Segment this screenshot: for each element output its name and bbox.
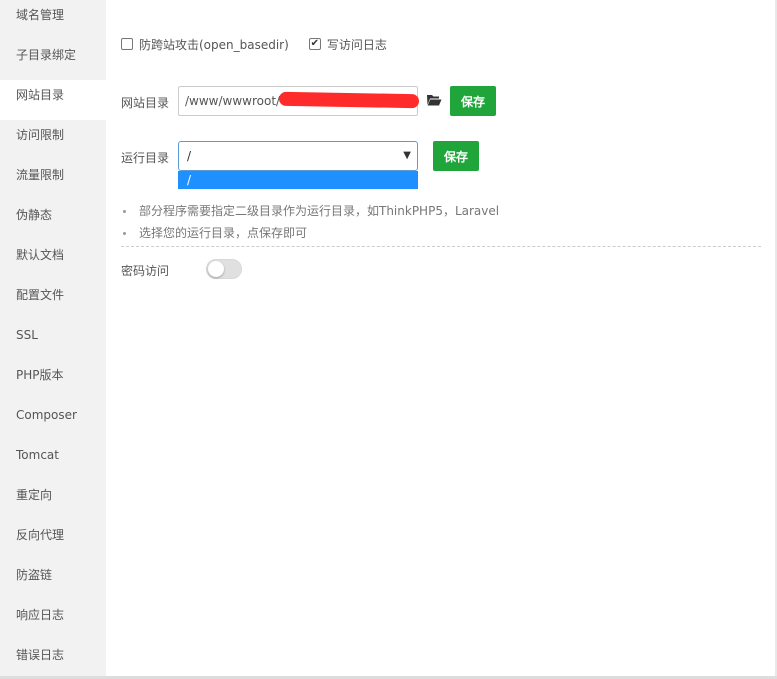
folder-open-icon[interactable]	[426, 92, 442, 108]
access-log-checkbox[interactable]: ✔ 写访问日志	[308, 36, 387, 53]
sidebar-item-reverse-proxy[interactable]: 反向代理	[0, 520, 106, 560]
site-dir-save-button[interactable]: 保存	[450, 86, 496, 116]
sidebar-item-config-file[interactable]: 配置文件	[0, 280, 106, 320]
run-dir-selected-value: /	[187, 149, 192, 163]
run-dir-select[interactable]: / ▼	[178, 141, 418, 171]
sidebar-item-ssl[interactable]: SSL	[0, 320, 106, 360]
sidebar-item-php-version[interactable]: PHP版本	[0, 360, 106, 400]
sidebar-item-hotlink-protection[interactable]: 防盗链	[0, 560, 106, 600]
run-dir-option[interactable]: /	[178, 171, 418, 189]
password-access-toggle[interactable]	[206, 259, 242, 279]
sidebar-item-error-log[interactable]: 错误日志	[0, 640, 106, 679]
sidebar-item-composer[interactable]: Composer	[0, 400, 106, 440]
redaction-mark	[278, 91, 420, 109]
sidebar-item-default-doc[interactable]: 默认文档	[0, 240, 106, 280]
run-dir-label: 运行目录	[121, 151, 170, 165]
anti-xss-checkbox[interactable]: 防跨站攻击(open_basedir)	[121, 36, 289, 53]
sidebar: 域名管理 子目录绑定 网站目录 访问限制 流量限制 伪静态 默认文档 配置文件 …	[0, 0, 106, 679]
main-panel: 防跨站攻击(open_basedir) ✔ 写访问日志 网站目录 /www/ww…	[106, 0, 777, 679]
sidebar-item-access-limit[interactable]: 访问限制	[0, 120, 106, 160]
bullet-icon	[123, 231, 126, 235]
access-log-label: 写访问日志	[326, 37, 387, 52]
tip-item: 部分程序需要指定二级目录作为运行目录，如ThinkPHP5，Laravel	[121, 200, 761, 222]
run-dir-save-button[interactable]: 保存	[433, 141, 479, 171]
anti-xss-label: 防跨站攻击(open_basedir)	[139, 37, 289, 52]
sidebar-item-traffic-limit[interactable]: 流量限制	[0, 160, 106, 200]
sidebar-item-domain[interactable]: 域名管理	[0, 0, 106, 40]
sidebar-item-tomcat[interactable]: Tomcat	[0, 440, 106, 480]
divider	[121, 246, 761, 247]
tips-list: 部分程序需要指定二级目录作为运行目录，如ThinkPHP5，Laravel 选择…	[121, 200, 761, 244]
tip-item: 选择您的运行目录，点保存即可	[121, 222, 761, 244]
sidebar-item-site-dir[interactable]: 网站目录	[0, 80, 106, 120]
sidebar-item-subdir-binding[interactable]: 子目录绑定	[0, 40, 106, 80]
sidebar-item-rewrite[interactable]: 伪静态	[0, 200, 106, 240]
bullet-icon	[123, 209, 126, 213]
tip-text: 部分程序需要指定二级目录作为运行目录，如ThinkPHP5，Laravel	[139, 204, 500, 218]
site-dir-label: 网站目录	[121, 96, 170, 110]
password-access-label: 密码访问	[121, 264, 170, 278]
tip-text: 选择您的运行目录，点保存即可	[139, 226, 308, 240]
dropdown-arrow-icon[interactable]: ▼	[403, 142, 411, 170]
sidebar-item-redirect[interactable]: 重定向	[0, 480, 106, 520]
toggle-knob[interactable]	[208, 261, 224, 277]
sidebar-item-response-log[interactable]: 响应日志	[0, 600, 106, 640]
anti-xss-checkbox-box[interactable]	[121, 38, 133, 50]
access-log-checkbox-box[interactable]: ✔	[308, 38, 321, 50]
options-row: 防跨站攻击(open_basedir) ✔ 写访问日志	[121, 35, 407, 53]
